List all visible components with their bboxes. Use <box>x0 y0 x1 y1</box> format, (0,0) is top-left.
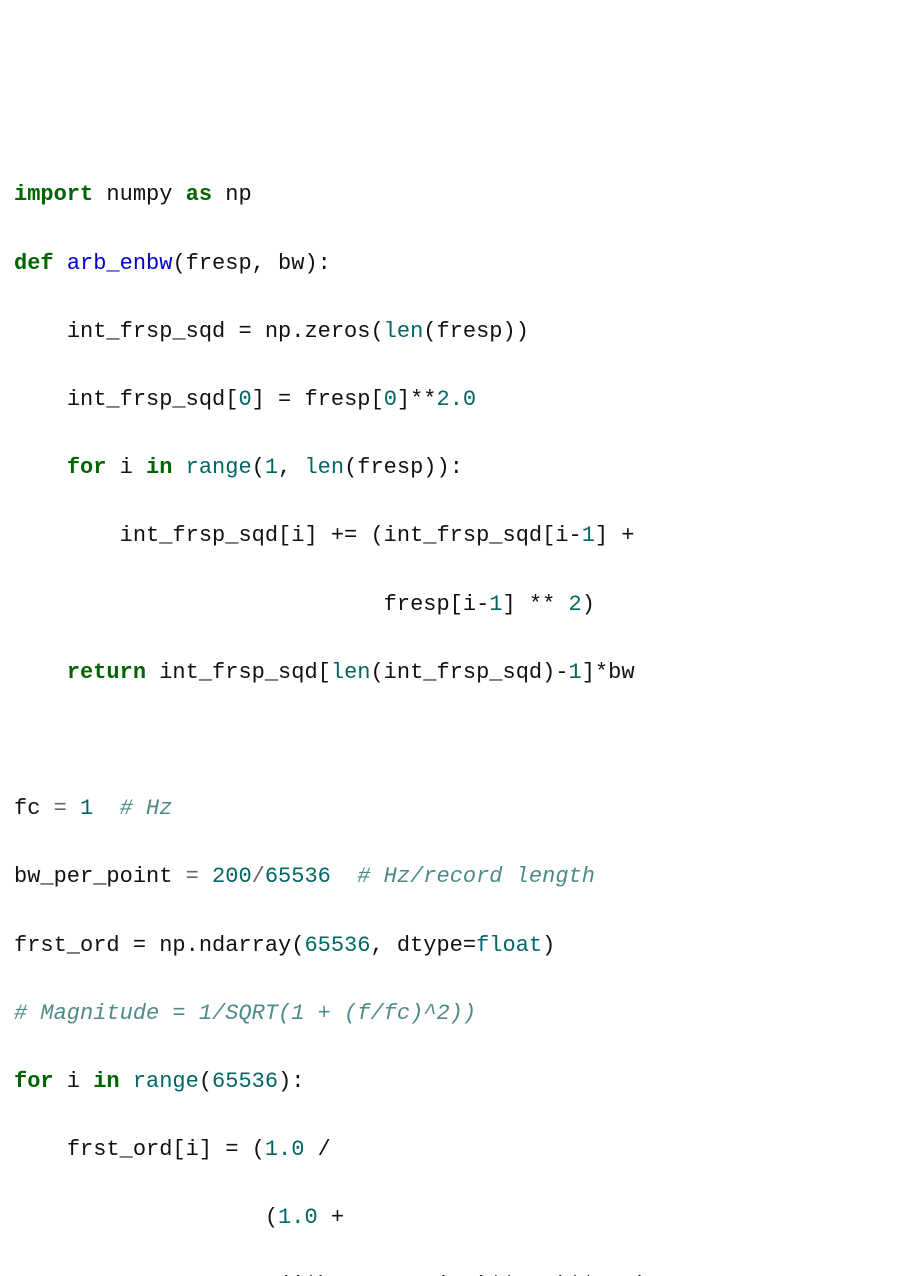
comment: # Magnitude = 1/SQRT(1 + (f/fc)^2)) <box>14 1001 476 1026</box>
params: (fresp, bw): <box>172 251 330 276</box>
builtin-range: range <box>186 455 252 480</box>
code-line-13: # Magnitude = 1/SQRT(1 + (f/fc)^2)) <box>14 997 886 1031</box>
code-line-6: int_frsp_sqd[i] += (int_frsp_sqd[i-1] + <box>14 519 886 553</box>
code-line-blank <box>14 724 886 758</box>
keyword-return: return <box>67 660 146 685</box>
keyword-def: def <box>14 251 54 276</box>
builtin-float: float <box>476 933 542 958</box>
code-line-16: (1.0 + <box>14 1201 886 1235</box>
comment: # Hz/record length <box>357 864 595 889</box>
builtin-len: len <box>331 660 371 685</box>
builtin-range: range <box>133 1069 199 1094</box>
comment: # Hz <box>120 796 173 821</box>
code-line-4: int_frsp_sqd[0] = fresp[0]**2.0 <box>14 383 886 417</box>
code-line-7: fresp[i-1] ** 2) <box>14 588 886 622</box>
code-block: import numpy as np def arb_enbw(fresp, b… <box>14 144 886 1276</box>
code-line-15: frst_ord[i] = (1.0 / <box>14 1133 886 1167</box>
code-line-3: int_frsp_sqd = np.zeros(len(fresp)) <box>14 315 886 349</box>
alias: np <box>225 182 251 207</box>
code-line-17: (i*bw_per_point)**2.0)**0.5) <box>14 1269 886 1276</box>
code-line-2: def arb_enbw(fresp, bw): <box>14 247 886 281</box>
code-line-14: for i in range(65536): <box>14 1065 886 1099</box>
code-line-11: bw_per_point = 200/65536 # Hz/record len… <box>14 860 886 894</box>
keyword-import: import <box>14 182 93 207</box>
keyword-as: as <box>186 182 212 207</box>
keyword-in: in <box>93 1069 119 1094</box>
code-line-5: for i in range(1, len(fresp)): <box>14 451 886 485</box>
code-line-8: return int_frsp_sqd[len(int_frsp_sqd)-1]… <box>14 656 886 690</box>
keyword-in: in <box>146 455 172 480</box>
code-line-10: fc = 1 # Hz <box>14 792 886 826</box>
code-line-1: import numpy as np <box>14 178 886 212</box>
module-name: numpy <box>106 182 172 207</box>
builtin-len: len <box>384 319 424 344</box>
function-name: arb_enbw <box>67 251 173 276</box>
keyword-for: for <box>67 455 107 480</box>
code-line-12: frst_ord = np.ndarray(65536, dtype=float… <box>14 929 886 963</box>
builtin-len: len <box>304 455 344 480</box>
keyword-for: for <box>14 1069 54 1094</box>
